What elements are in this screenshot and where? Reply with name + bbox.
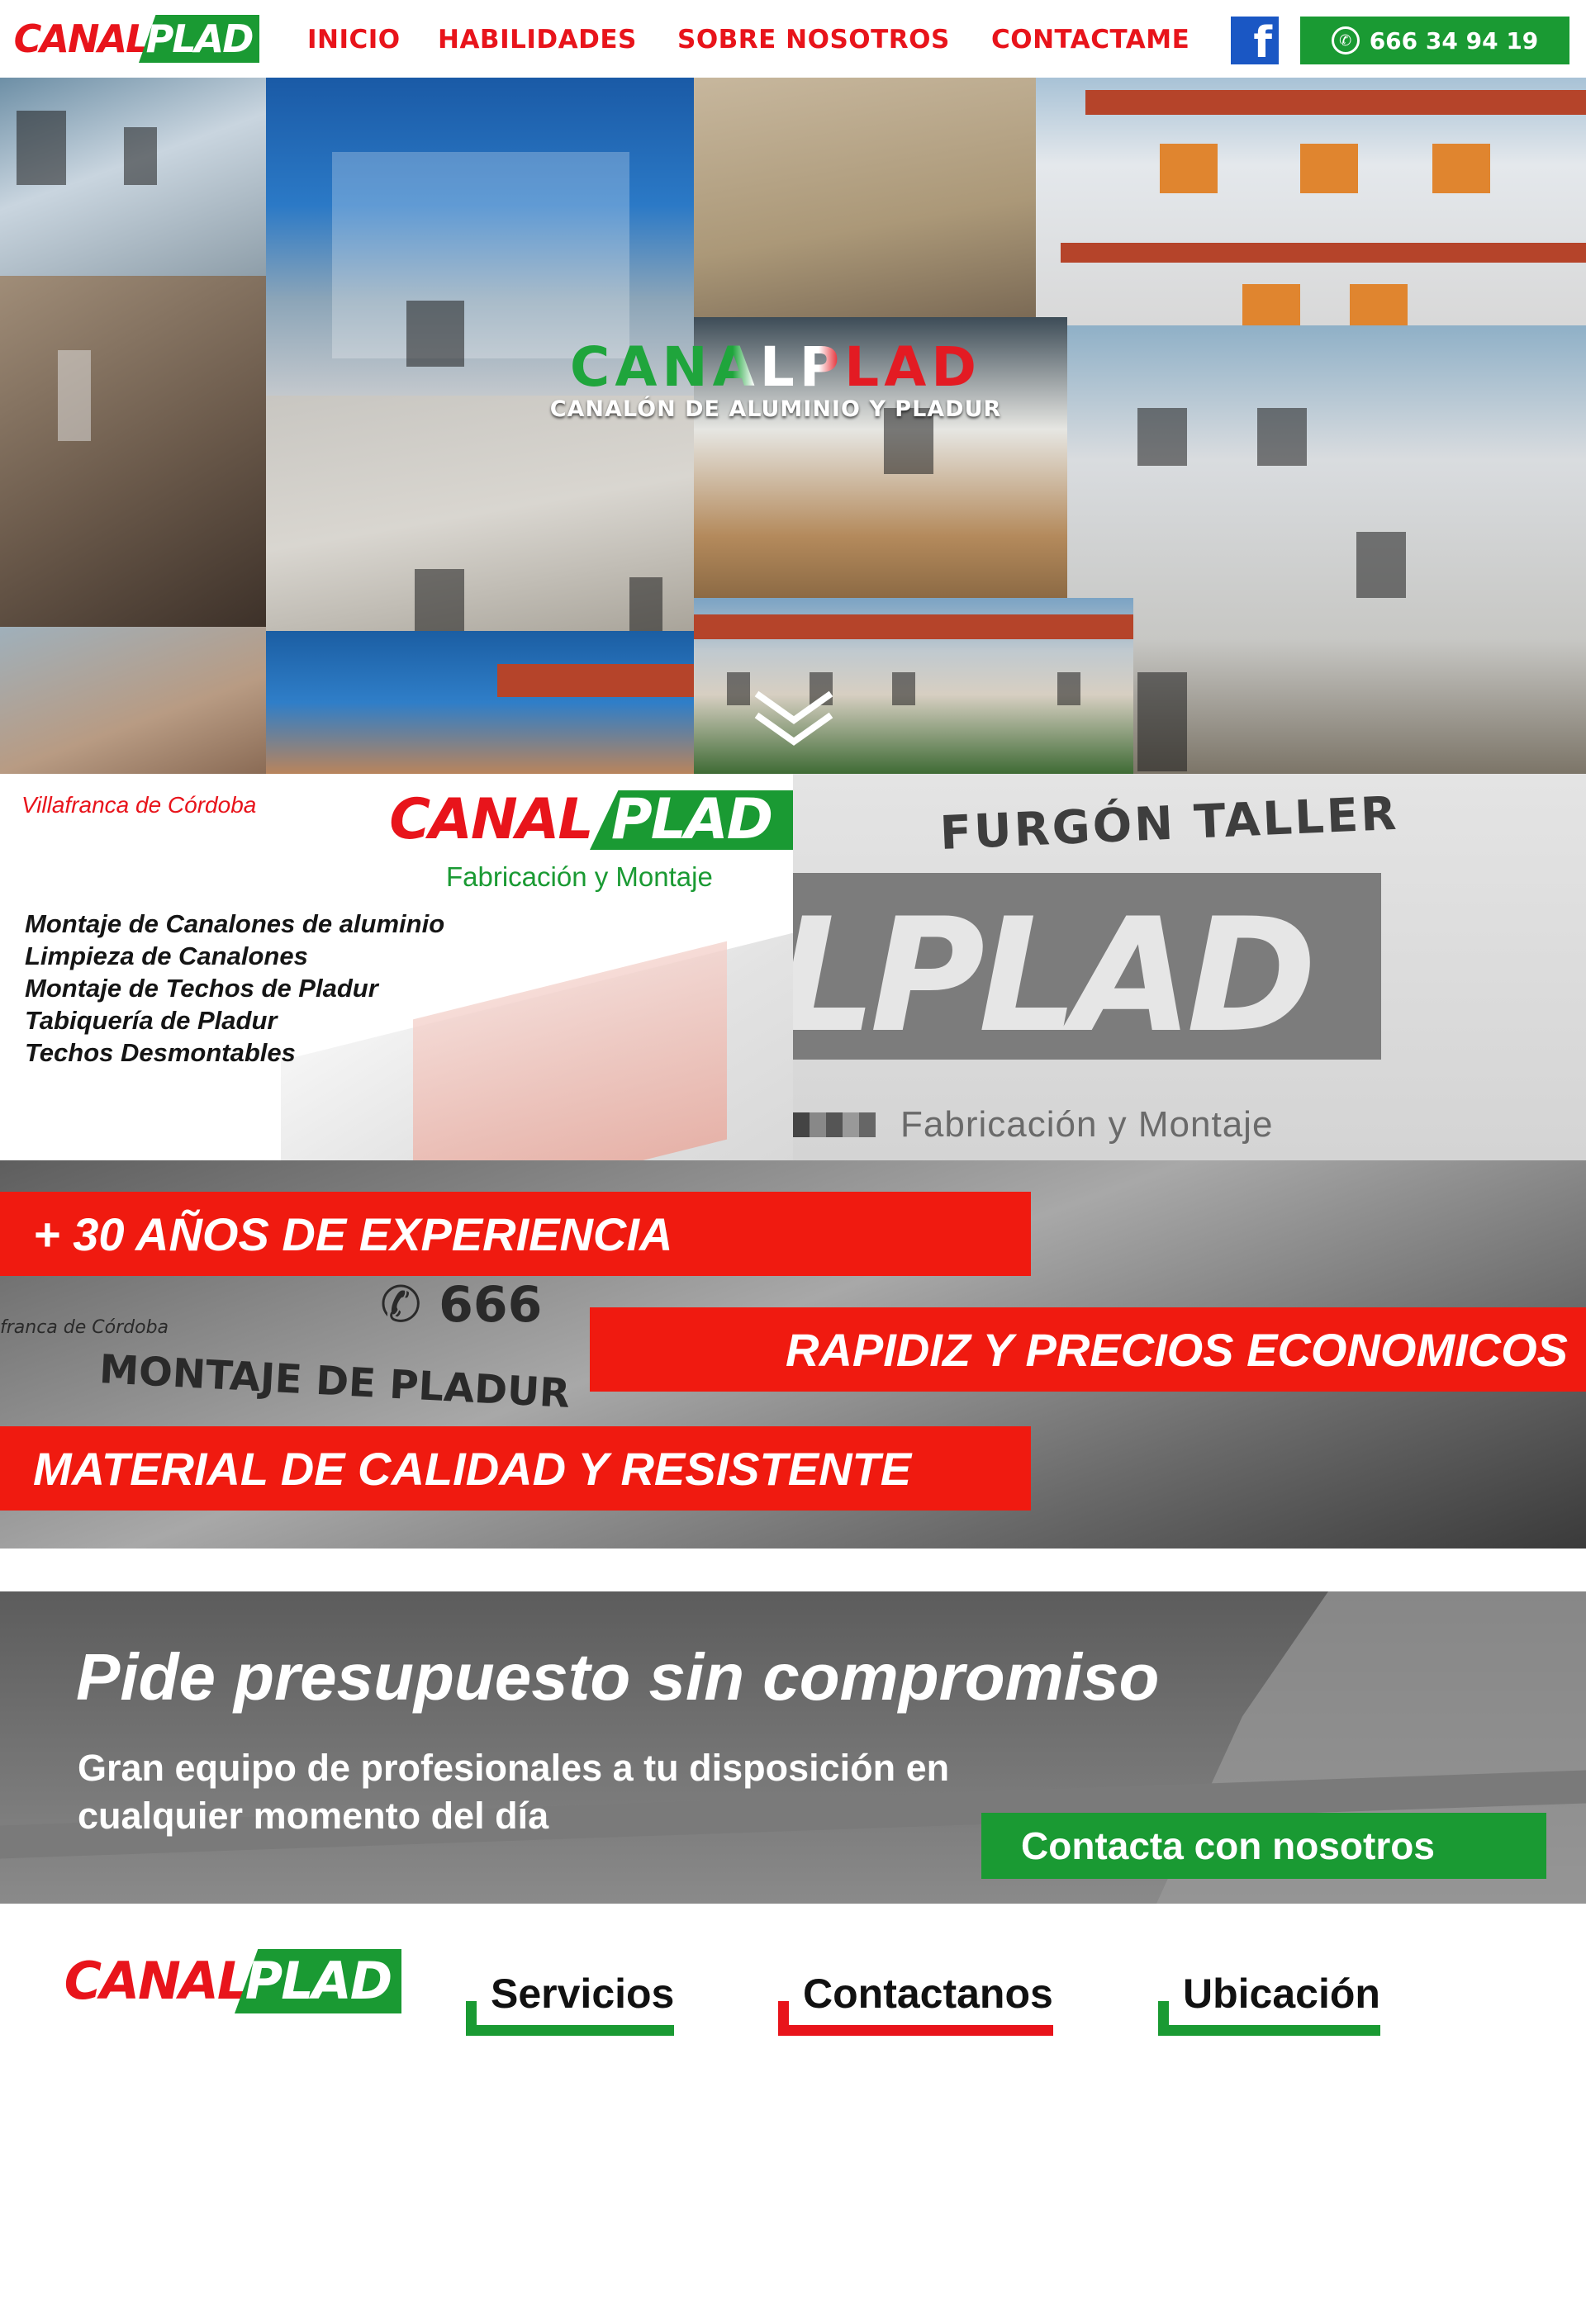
feature-banner-experience: + 30 AÑOS DE EXPERIENCIA [0,1192,1031,1276]
underline-bar [778,2025,1053,2036]
intro-info: Villafranca de Córdoba CANAL PLAD Fabric… [0,774,793,1160]
double-chevron-down-icon[interactable] [753,689,834,747]
intro-logo: CANAL PLAD [389,787,793,852]
photo-pladur-ceiling [694,78,1036,317]
hero-brand: CANALPLAD CANALÓN DE ALUMINIO Y PLADUR [507,340,1044,423]
menu-item-habilidades[interactable]: HABILIDADES [438,25,637,55]
underline-bar [1158,2025,1380,2036]
logo-text-canal: CANAL [64,1949,249,2013]
whatsapp-button[interactable]: ✆ 666 34 94 19 [1300,17,1569,64]
phone-number: 666 34 94 19 [1369,26,1539,55]
cta-text: Gran equipo de profesionales a tu dispos… [78,1747,950,1837]
footer-link-label: Contactanos [803,1971,1053,2017]
footer-link-ubicacion[interactable]: Ubicación [1158,1970,1380,2036]
hero-collage: CANALPLAD CANALÓN DE ALUMINIO Y PLADUR [0,78,1586,774]
feature-banner-speed-price: RAPIDIZ Y PRECIOS ECONOMICOS [590,1307,1586,1392]
underline-tick [1158,2001,1169,2036]
underline-tick [466,2001,477,2036]
service-item: Montaje de Canalones de aluminio [25,909,445,938]
footer: CANAL PLAD Servicios Contactanos Ubicaci… [0,1904,1586,2324]
footer-link-label: Servicios [491,1971,675,2017]
van-stripe [793,1112,876,1137]
footer-link-contactanos[interactable]: Contactanos [778,1970,1053,2036]
logo-text-plad: PLAD [590,790,793,850]
photo-building-corner [0,78,266,276]
photo-brick-wall [0,627,266,774]
photo-gutter-corner [266,631,694,774]
photo-pladur-room [266,396,694,631]
service-item: Techos Desmontables [25,1038,296,1067]
underline-tick [778,2001,789,2036]
photo-ladder-house [1067,325,1586,774]
van-phone-text: ✆ 666 [380,1276,543,1334]
gutter-image-tint [413,941,727,1160]
location-text: Villafranca de Córdoba [21,792,257,818]
facebook-icon[interactable]: f [1231,17,1279,64]
logo-text-canal: CANAL [389,787,593,852]
photo-house-facade [1036,78,1586,325]
service-item: Montaje de Techos de Pladur [25,974,378,1003]
menu-item-sobre-nosotros[interactable]: SOBRE NOSOTROS [677,25,950,55]
footer-link-servicios[interactable]: Servicios [466,1970,675,2036]
features-section: ✆ 666 franca de Córdoba MONTAJE DE PLADU… [0,1160,1586,1549]
hero-brand-title: CANALPLAD [507,340,1044,395]
van-side-text: MONTAJE DE PLADUR [97,1346,572,1417]
van-subtitle: Fabricación y Montaje [900,1104,1274,1145]
quote-section: Pide presupuesto sin compromiso Gran equ… [0,1591,1586,1904]
logo-text-plad: PLAD [235,1949,401,2013]
nav-logo[interactable]: CANAL PLAD [13,15,259,63]
contact-button[interactable]: Contacta con nosotros [981,1813,1546,1879]
cta-title: Pide presupuesto sin compromiso [76,1640,1160,1714]
underline-bar [466,2025,675,2036]
photo-rural-building [694,598,1133,774]
hero-brand-subtitle: CANALÓN DE ALUMINIO Y PLADUR [549,396,1002,422]
logo-text-plad: PLAD [139,15,259,63]
footer-link-label: Ubicación [1183,1971,1380,2017]
whatsapp-icon: ✆ [1331,26,1360,55]
top-nav: CANAL PLAD INICIO HABILIDADES SOBRE NOSO… [0,0,1586,78]
services-list: Montaje de Canalones de aluminio Limpiez… [25,908,444,1069]
service-item: Limpieza de Canalones [25,941,308,970]
photo-interior-room [0,276,266,627]
van-phone-number: 666 [439,1276,543,1334]
menu-item-inicio[interactable]: INICIO [307,25,401,55]
footer-logo[interactable]: CANAL PLAD [64,1949,401,2013]
logo-text-canal: CANAL [13,15,150,63]
intro-section: Villafranca de Córdoba CANAL PLAD Fabric… [0,774,1586,1160]
feature-banner-quality: MATERIAL DE CALIDAD Y RESISTENTE [0,1426,1031,1511]
menu-item-contactame[interactable]: CONTACTAME [991,25,1190,55]
van-photo: FURGÓN TALLER LPLAD Fabricación y Montaj… [793,774,1586,1160]
tagline: Fabricación y Montaje [446,861,713,892]
van-logo-text: LPLAD [793,885,1317,1067]
service-item: Tabiquería de Pladur [25,1006,278,1035]
van-town-text: franca de Córdoba [0,1317,169,1338]
van-title: FURGÓN TALLER [938,786,1400,861]
